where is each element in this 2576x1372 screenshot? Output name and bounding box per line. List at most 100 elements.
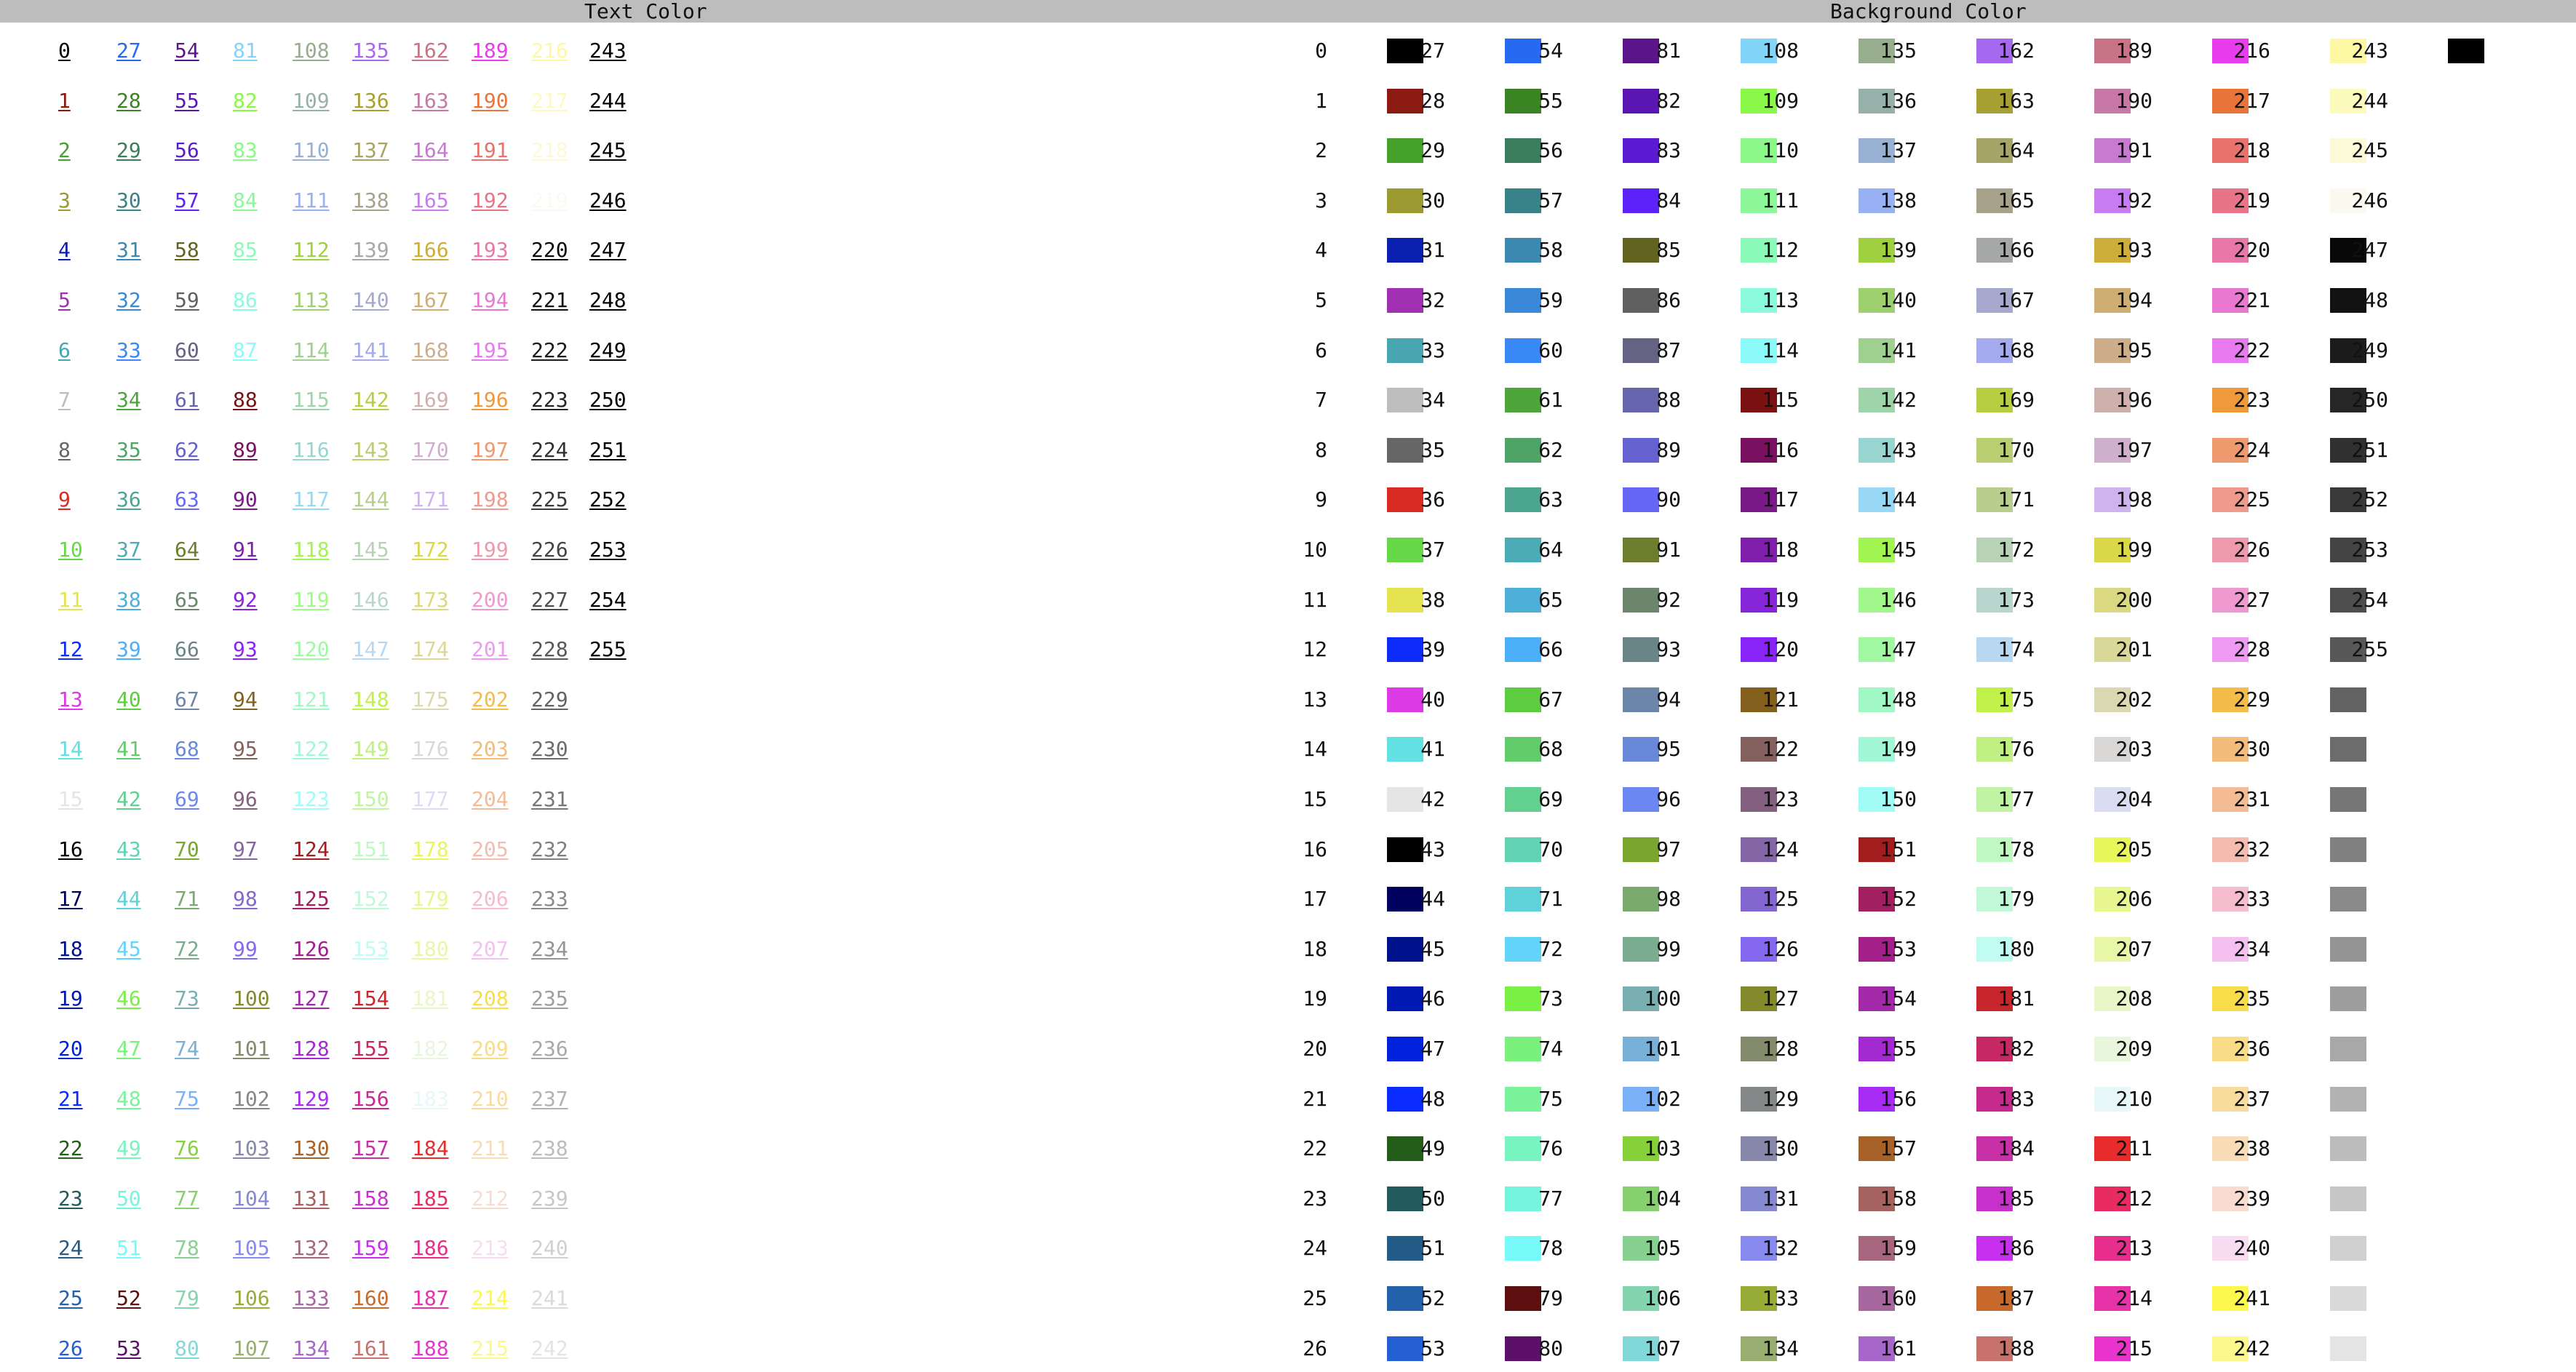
background-color-index-233: 233 [2233, 887, 2270, 912]
text-color-sample-182: 182 [412, 1037, 449, 1061]
text-color-sample-92: 92 [233, 587, 258, 612]
text-color-sample-201: 201 [472, 637, 509, 662]
background-color-index-238: 238 [2233, 1136, 2270, 1161]
text-color-sample-185: 185 [412, 1186, 449, 1211]
text-color-sample-199: 199 [472, 538, 509, 562]
text-color-sample-123: 123 [293, 787, 330, 811]
text-color-sample-52: 52 [116, 1286, 141, 1310]
background-color-index-188: 188 [1997, 1336, 2035, 1360]
background-color-index-156: 156 [1880, 1086, 1917, 1111]
text-color-sample-53: 53 [116, 1336, 141, 1360]
text-color-sample-1: 1 [58, 88, 71, 113]
background-color-index-83: 83 [1656, 138, 1681, 163]
background-color-index-96: 96 [1656, 787, 1681, 811]
text-color-sample-224: 224 [531, 437, 568, 462]
text-color-sample-135: 135 [352, 39, 389, 63]
background-color-index-69: 69 [1538, 787, 1563, 811]
background-color-index-110: 110 [1762, 138, 1799, 163]
text-color-sample-102: 102 [233, 1086, 270, 1111]
text-color-sample-203: 203 [472, 737, 509, 762]
text-color-sample-253: 253 [589, 538, 627, 562]
background-color-index-148: 148 [1880, 687, 1917, 711]
background-color-index-14: 14 [1303, 737, 1327, 762]
background-color-index-190: 190 [2115, 88, 2152, 113]
background-color-swatch-244 [2448, 89, 2484, 113]
background-color-index-95: 95 [1656, 737, 1681, 762]
text-color-sample-244: 244 [589, 88, 627, 113]
text-color-sample-137: 137 [352, 138, 389, 163]
background-color-swatch-251 [2448, 438, 2484, 463]
text-color-sample-231: 231 [531, 787, 568, 811]
text-color-sample-250: 250 [589, 388, 627, 412]
text-color-sample-72: 72 [175, 936, 199, 961]
text-color-sample-221: 221 [531, 288, 568, 312]
background-color-index-127: 127 [1762, 986, 1799, 1011]
background-color-index-207: 207 [2115, 936, 2152, 961]
background-color-index-184: 184 [1997, 1136, 2035, 1161]
background-color-index-189: 189 [2115, 39, 2152, 63]
text-color-sample-155: 155 [352, 1037, 389, 1061]
background-color-index-3: 3 [1315, 188, 1327, 212]
background-color-index-47: 47 [1420, 1037, 1445, 1061]
background-color-index-224: 224 [2233, 437, 2270, 462]
background-color-index-151: 151 [1880, 837, 1917, 861]
text-color-sample-19: 19 [58, 986, 83, 1011]
text-color-sample-222: 222 [531, 338, 568, 362]
background-color-index-91: 91 [1656, 538, 1681, 562]
text-color-sample-47: 47 [116, 1037, 141, 1061]
background-color-index-108: 108 [1762, 39, 1799, 63]
text-color-sample-129: 129 [293, 1086, 330, 1111]
background-color-index-55: 55 [1538, 88, 1563, 113]
text-color-sample-193: 193 [472, 238, 509, 263]
background-color-index-155: 155 [1880, 1037, 1917, 1061]
text-color-sample-168: 168 [412, 338, 449, 362]
background-color-index-97: 97 [1656, 837, 1681, 861]
background-color-index-38: 38 [1420, 587, 1445, 612]
background-color-index-78: 78 [1538, 1236, 1563, 1261]
background-color-index-200: 200 [2115, 587, 2152, 612]
text-color-sample-10: 10 [58, 538, 83, 562]
background-color-index-98: 98 [1656, 887, 1681, 912]
text-color-sample-239: 239 [531, 1186, 568, 1211]
background-color-index-252: 252 [2351, 487, 2388, 512]
background-color-swatch-229 [2330, 687, 2366, 712]
background-color-index-165: 165 [1997, 188, 2035, 212]
text-color-sample-174: 174 [412, 637, 449, 662]
text-color-sample-125: 125 [293, 887, 330, 912]
text-color-sample-51: 51 [116, 1236, 141, 1261]
text-color-sample-205: 205 [472, 837, 509, 861]
background-color-swatch-241 [2330, 1286, 2366, 1311]
text-color-sample-81: 81 [233, 39, 258, 63]
text-color-sample-228: 228 [531, 637, 568, 662]
background-color-index-135: 135 [1880, 39, 1917, 63]
text-color-sample-94: 94 [233, 687, 258, 711]
header-bar [0, 0, 2576, 23]
text-color-sample-165: 165 [412, 188, 449, 212]
text-color-sample-207: 207 [472, 936, 509, 961]
text-color-sample-219: 219 [531, 188, 568, 212]
background-color-index-84: 84 [1656, 188, 1681, 212]
background-color-index-29: 29 [1420, 138, 1445, 163]
background-color-index-205: 205 [2115, 837, 2152, 861]
background-color-index-177: 177 [1997, 787, 2035, 811]
background-color-index-241: 241 [2233, 1286, 2270, 1310]
background-color-index-225: 225 [2233, 487, 2270, 512]
background-color-index-119: 119 [1762, 587, 1799, 612]
background-color-index-120: 120 [1762, 637, 1799, 662]
background-color-index-57: 57 [1538, 188, 1563, 212]
background-color-index-103: 103 [1644, 1136, 1681, 1161]
background-color-index-197: 197 [2115, 437, 2152, 462]
background-color-index-229: 229 [2233, 687, 2270, 711]
text-color-sample-55: 55 [175, 88, 199, 113]
background-color-index-194: 194 [2115, 288, 2152, 312]
text-color-sample-34: 34 [116, 388, 141, 412]
background-color-index-131: 131 [1762, 1186, 1799, 1211]
background-color-index-75: 75 [1538, 1086, 1563, 1111]
background-color-index-234: 234 [2233, 936, 2270, 961]
text-color-sample-104: 104 [233, 1186, 270, 1211]
background-color-index-10: 10 [1303, 538, 1327, 562]
text-color-sample-15: 15 [58, 787, 83, 811]
background-color-index-28: 28 [1420, 88, 1445, 113]
text-color-sample-179: 179 [412, 887, 449, 912]
background-color-index-16: 16 [1303, 837, 1327, 861]
